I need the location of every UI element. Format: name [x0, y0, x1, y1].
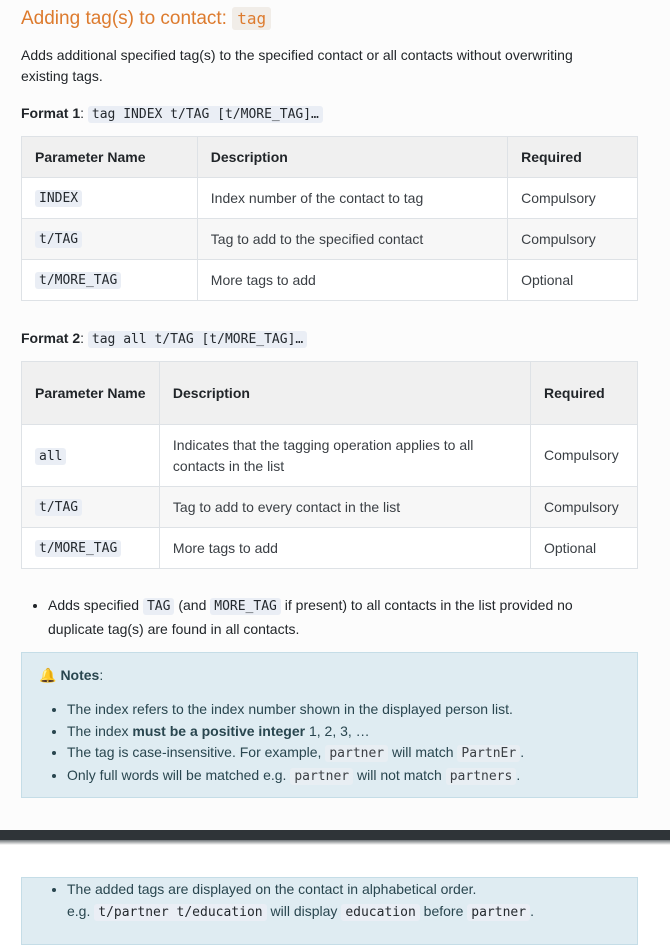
required-cell: Compulsory — [530, 486, 638, 528]
column-header: Parameter Name — [21, 361, 160, 425]
table-header-row: Parameter Name Description Required — [21, 136, 638, 178]
summary-list: Adds specified TAG (and MORE_TAG if pres… — [21, 594, 621, 640]
inline-code: education — [341, 904, 420, 921]
list-item: Only full words will be matched e.g. par… — [67, 765, 611, 788]
format2-table: Parameter Name Description Required all … — [21, 361, 638, 569]
notes-list: The added tags are displayed on the cont… — [41, 878, 621, 924]
notes-callout: 🔔Notes: The index refers to the index nu… — [21, 652, 638, 798]
format2-code: tag all t/TAG [t/MORE_TAG]… — [87, 331, 308, 348]
description-cell: More tags to add — [158, 527, 532, 569]
description-cell: Tag to add to the specified contact — [196, 218, 509, 260]
notes-callout-continued: The added tags are displayed on the cont… — [21, 877, 638, 945]
inline-code: partner — [467, 904, 531, 921]
column-header: Required — [530, 361, 638, 425]
intro-paragraph: Adds additional specified tag(s) to the … — [21, 47, 573, 84]
inline-code: t/partner t/education — [94, 904, 267, 921]
param-cell: INDEX — [21, 177, 198, 219]
bell-icon: 🔔 — [39, 667, 57, 683]
table-header-row: Parameter Name Description Required — [21, 361, 638, 425]
list-item: The added tags are displayed on the cont… — [67, 878, 621, 924]
required-cell: Optional — [507, 259, 638, 301]
param-cell: t/MORE_TAG — [21, 527, 160, 569]
column-header: Description — [158, 361, 532, 425]
table-row: all Indicates that the tagging operation… — [21, 424, 638, 487]
page-break-divider — [0, 830, 670, 845]
required-cell: Compulsory — [507, 177, 638, 219]
table-row: t/TAG Tag to add to the specified contac… — [21, 218, 638, 260]
param-cell: all — [21, 424, 160, 487]
param-cell: t/MORE_TAG — [21, 259, 198, 301]
param-code: INDEX — [35, 190, 83, 207]
param-cell: t/TAG — [21, 218, 198, 260]
heading-command-code: tag — [232, 7, 272, 30]
inline-code: partner — [290, 767, 354, 785]
required-cell: Compulsory — [507, 218, 638, 260]
column-header: Required — [507, 136, 638, 178]
list-item: Adds specified TAG (and MORE_TAG if pres… — [48, 594, 621, 640]
param-code: t/MORE_TAG — [35, 540, 122, 557]
description-cell: Tag to add to every contact in the list — [158, 486, 532, 528]
description-cell: Index number of the contact to tag — [196, 177, 509, 219]
format1-line: Format 1: tag INDEX t/TAG [t/MORE_TAG]… — [21, 103, 323, 125]
inline-code: partners — [445, 767, 517, 785]
description-cell: Indicates that the tagging operation app… — [158, 424, 532, 487]
description-cell: More tags to add — [196, 259, 509, 301]
table-row: INDEX Index number of the contact to tag… — [21, 177, 638, 219]
param-code: t/TAG — [35, 499, 83, 516]
inline-code: partner — [325, 745, 389, 762]
more-tag-code: MORE_TAG — [210, 598, 281, 615]
column-header: Parameter Name — [21, 136, 198, 178]
table-row: t/TAG Tag to add to every contact in the… — [21, 486, 638, 528]
param-code: t/MORE_TAG — [35, 272, 122, 289]
required-cell: Optional — [530, 527, 638, 569]
format1-table: Parameter Name Description Required INDE… — [21, 136, 638, 301]
required-cell: Compulsory — [530, 424, 638, 487]
param-code: t/TAG — [35, 231, 83, 248]
list-item: The tag is case-insensitive. For example… — [67, 742, 611, 765]
list-item: The index refers to the index number sho… — [67, 699, 611, 721]
param-cell: t/TAG — [21, 486, 160, 528]
param-code: all — [35, 447, 67, 465]
format2-line: Format 2: tag all t/TAG [t/MORE_TAG]… — [21, 328, 308, 350]
list-item: The index must be a positive integer 1, … — [67, 721, 611, 743]
section-heading: Adding tag(s) to contact: tag — [21, 6, 272, 32]
table-row: t/MORE_TAG More tags to add Optional — [21, 259, 638, 301]
notes-list: The index refers to the index number sho… — [41, 699, 611, 787]
page-top: Adding tag(s) to contact: tag Adds addit… — [0, 0, 670, 830]
notes-title: 🔔 Notes: — [39, 667, 104, 683]
format1-code: tag INDEX t/TAG [t/MORE_TAG]… — [87, 106, 323, 123]
table-row: t/MORE_TAG More tags to add Optional — [21, 527, 638, 569]
column-header: Description — [196, 136, 509, 178]
inline-code: PartnEr — [457, 745, 521, 762]
tag-code: TAG — [142, 598, 175, 615]
